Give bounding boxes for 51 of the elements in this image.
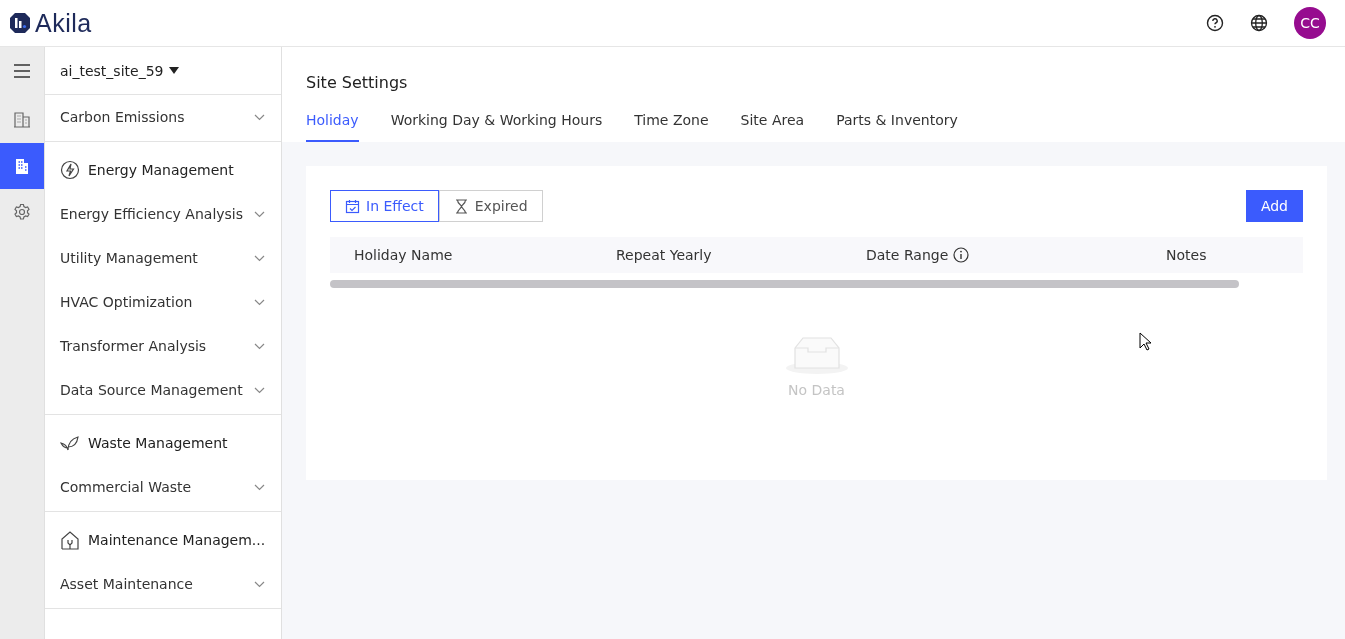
section-title[interactable]: Energy Management [88,162,234,178]
section-title[interactable]: Waste Management [88,435,228,451]
user-avatar[interactable]: CC [1294,7,1326,39]
leaf-icon [60,433,80,453]
page-title: Site Settings [306,73,409,92]
tab[interactable]: Site Area [740,112,805,142]
column-header: Notes [1166,247,1207,263]
add-button[interactable]: Add [1245,190,1303,222]
nav-item[interactable]: HVAC Optimization [45,280,281,324]
chevron-icon [254,342,265,350]
lightning-icon [60,160,80,180]
tab[interactable]: Holiday [306,112,359,142]
column-header: Holiday Name [354,247,453,263]
horizontal-scrollbar[interactable] [330,280,1239,288]
filter-button[interactable]: Expired [438,190,543,222]
chevron-icon [254,580,265,588]
tab[interactable]: Working Day & Working Hours [390,112,603,142]
column-header: Repeat Yearly [616,247,712,263]
hourglass-icon [453,198,469,214]
house-wrench-icon [60,530,80,550]
nav-item[interactable]: Carbon Emissions [45,95,281,139]
section-title[interactable]: Maintenance Managem... [88,532,266,548]
calendar-icon [345,198,360,214]
chevron-icon [254,483,265,491]
building-icon [14,157,30,175]
nav-item[interactable]: Commercial Waste [45,465,281,509]
nav-item[interactable]: Data Source Management [45,368,281,412]
cursor-icon [1139,332,1152,351]
filter-button[interactable]: In Effect [330,190,439,222]
column-header: Date Range [866,247,949,263]
building-icon [13,110,31,128]
chevron-icon [254,113,265,121]
chevron-icon [254,254,265,262]
chevron-icon [254,210,265,218]
site-selector[interactable]: ai_test_site_59 [45,47,281,95]
nav-item[interactable]: Transformer Analysis [45,324,281,368]
chevron-icon [254,386,265,394]
empty-message: No Data [788,382,845,398]
tab[interactable]: Parts & Inventory [836,112,958,142]
logo-icon [9,12,31,34]
help-icon[interactable] [1206,14,1224,32]
nav-item[interactable]: Energy Efficiency Analysis [45,192,281,236]
settings-icon [13,203,31,221]
tab[interactable]: Time Zone [634,112,709,142]
globe-icon[interactable] [1250,14,1268,32]
nav-item[interactable]: Asset Maintenance [45,562,281,606]
logo-text: Akila [35,8,92,38]
menu-icon [13,64,31,78]
chevron-icon [254,298,265,306]
empty-box-icon [785,334,848,376]
nav-item[interactable]: Utility Management [45,236,281,280]
